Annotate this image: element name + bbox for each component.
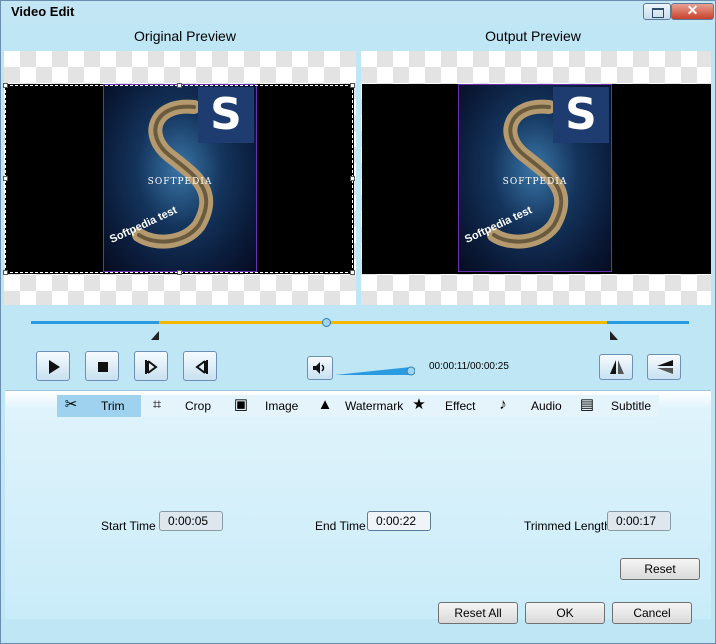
crop-handle[interactable] xyxy=(177,270,182,275)
trim-end-marker[interactable] xyxy=(610,331,618,340)
crop-handle[interactable] xyxy=(3,83,8,88)
mark-in-icon xyxy=(145,360,158,374)
edit-tab-strip: ✂ Trim ⌗ Crop ▣ Image ▲ Watermark ★ Effe… xyxy=(57,395,659,417)
tab-subtitle-label: Subtitle xyxy=(611,399,652,413)
tab-trim-label: Trim xyxy=(101,399,125,413)
ok-button[interactable]: OK xyxy=(525,602,605,624)
set-end-button[interactable] xyxy=(183,351,217,381)
image-icon: ▣ xyxy=(233,396,249,413)
original-preview-label: Original Preview xyxy=(134,28,236,44)
crop-handle[interactable] xyxy=(177,83,182,88)
window-title: Video Edit xyxy=(11,4,75,19)
output-preview-label: Output Preview xyxy=(485,28,581,44)
tab-effect-label: Effect xyxy=(445,399,476,413)
end-time-label: End Time xyxy=(315,519,366,533)
crop-selection-box[interactable] xyxy=(3,83,355,275)
start-time-field[interactable]: 0:00:05 xyxy=(159,511,223,531)
time-display: 00:00:11/00:00:25 xyxy=(429,361,509,372)
watermark-icon: ▲ xyxy=(317,396,333,413)
star-icon: ★ xyxy=(412,396,426,413)
tab-trim[interactable]: ✂ Trim xyxy=(57,395,141,417)
seek-track-before[interactable] xyxy=(31,321,159,324)
tab-audio[interactable]: ♪ Audio xyxy=(489,395,569,417)
flip-horizontal-icon xyxy=(610,360,624,374)
crop-handle[interactable] xyxy=(350,83,355,88)
title-bar: Video Edit ✕ xyxy=(1,1,715,23)
output-video: S SOFTPEDIA Softpedia test xyxy=(362,84,711,274)
start-time-label: Start Time xyxy=(101,519,156,533)
tab-image[interactable]: ▣ Image xyxy=(227,395,307,417)
close-icon: ✕ xyxy=(686,2,699,18)
s-logo-badge: S xyxy=(553,87,609,143)
reset-button[interactable]: Reset xyxy=(620,558,700,580)
volume-slider[interactable] xyxy=(335,361,415,377)
flip-horizontal-button[interactable] xyxy=(599,354,633,380)
video-edit-window: Video Edit ✕ Original Preview Output Pre… xyxy=(0,0,716,644)
set-start-button[interactable] xyxy=(134,351,168,381)
speaker-icon xyxy=(313,362,325,374)
tab-subtitle[interactable]: ▤ Subtitle xyxy=(573,395,659,417)
play-icon xyxy=(49,360,60,374)
output-video-frame: S SOFTPEDIA Softpedia test xyxy=(458,84,612,272)
end-time-field[interactable]: 0:00:22 xyxy=(367,511,431,531)
crop-handle[interactable] xyxy=(3,176,8,181)
tab-audio-label: Audio xyxy=(531,399,562,413)
tab-crop[interactable]: ⌗ Crop xyxy=(143,395,223,417)
crop-handle[interactable] xyxy=(350,176,355,181)
trimmed-length-label: Trimmed Length xyxy=(524,519,611,533)
flip-vertical-icon xyxy=(657,360,673,374)
stop-icon xyxy=(98,362,108,372)
crop-handle[interactable] xyxy=(3,270,8,275)
edit-tabs-panel: ✂ Trim ⌗ Crop ▣ Image ▲ Watermark ★ Effe… xyxy=(5,390,711,619)
close-button[interactable]: ✕ xyxy=(671,2,714,20)
trim-start-marker[interactable] xyxy=(151,331,159,340)
tab-watermark[interactable]: ▲ Watermark xyxy=(311,395,404,417)
crop-icon: ⌗ xyxy=(152,396,162,413)
maximize-icon xyxy=(652,8,664,18)
seek-trim-range[interactable] xyxy=(159,321,607,324)
crop-handle[interactable] xyxy=(350,270,355,275)
cancel-button[interactable]: Cancel xyxy=(612,602,692,624)
seek-track-after[interactable] xyxy=(607,321,689,324)
subtitle-icon: ▤ xyxy=(579,396,595,413)
maximize-button[interactable] xyxy=(643,3,671,20)
stop-button[interactable] xyxy=(85,351,119,381)
seek-thumb[interactable] xyxy=(322,318,331,327)
frame-caption: SOFTPEDIA xyxy=(502,177,568,187)
trimmed-length-field: 0:00:17 xyxy=(607,511,671,531)
tab-crop-label: Crop xyxy=(185,399,212,413)
scissors-icon: ✂ xyxy=(64,396,78,413)
flip-vertical-button[interactable] xyxy=(647,354,681,380)
output-preview-panel: S SOFTPEDIA Softpedia test xyxy=(361,51,711,305)
tab-watermark-label: Watermark xyxy=(345,399,404,413)
mark-out-icon xyxy=(195,360,208,374)
reset-all-button[interactable]: Reset All xyxy=(438,602,518,624)
mute-button[interactable] xyxy=(307,356,333,380)
tab-effect[interactable]: ★ Effect xyxy=(405,395,485,417)
original-preview-panel[interactable]: S SOFTPEDIA Softpedia test xyxy=(3,51,356,305)
tab-image-label: Image xyxy=(265,399,299,413)
play-button[interactable] xyxy=(36,351,70,381)
music-note-icon: ♪ xyxy=(499,396,507,413)
